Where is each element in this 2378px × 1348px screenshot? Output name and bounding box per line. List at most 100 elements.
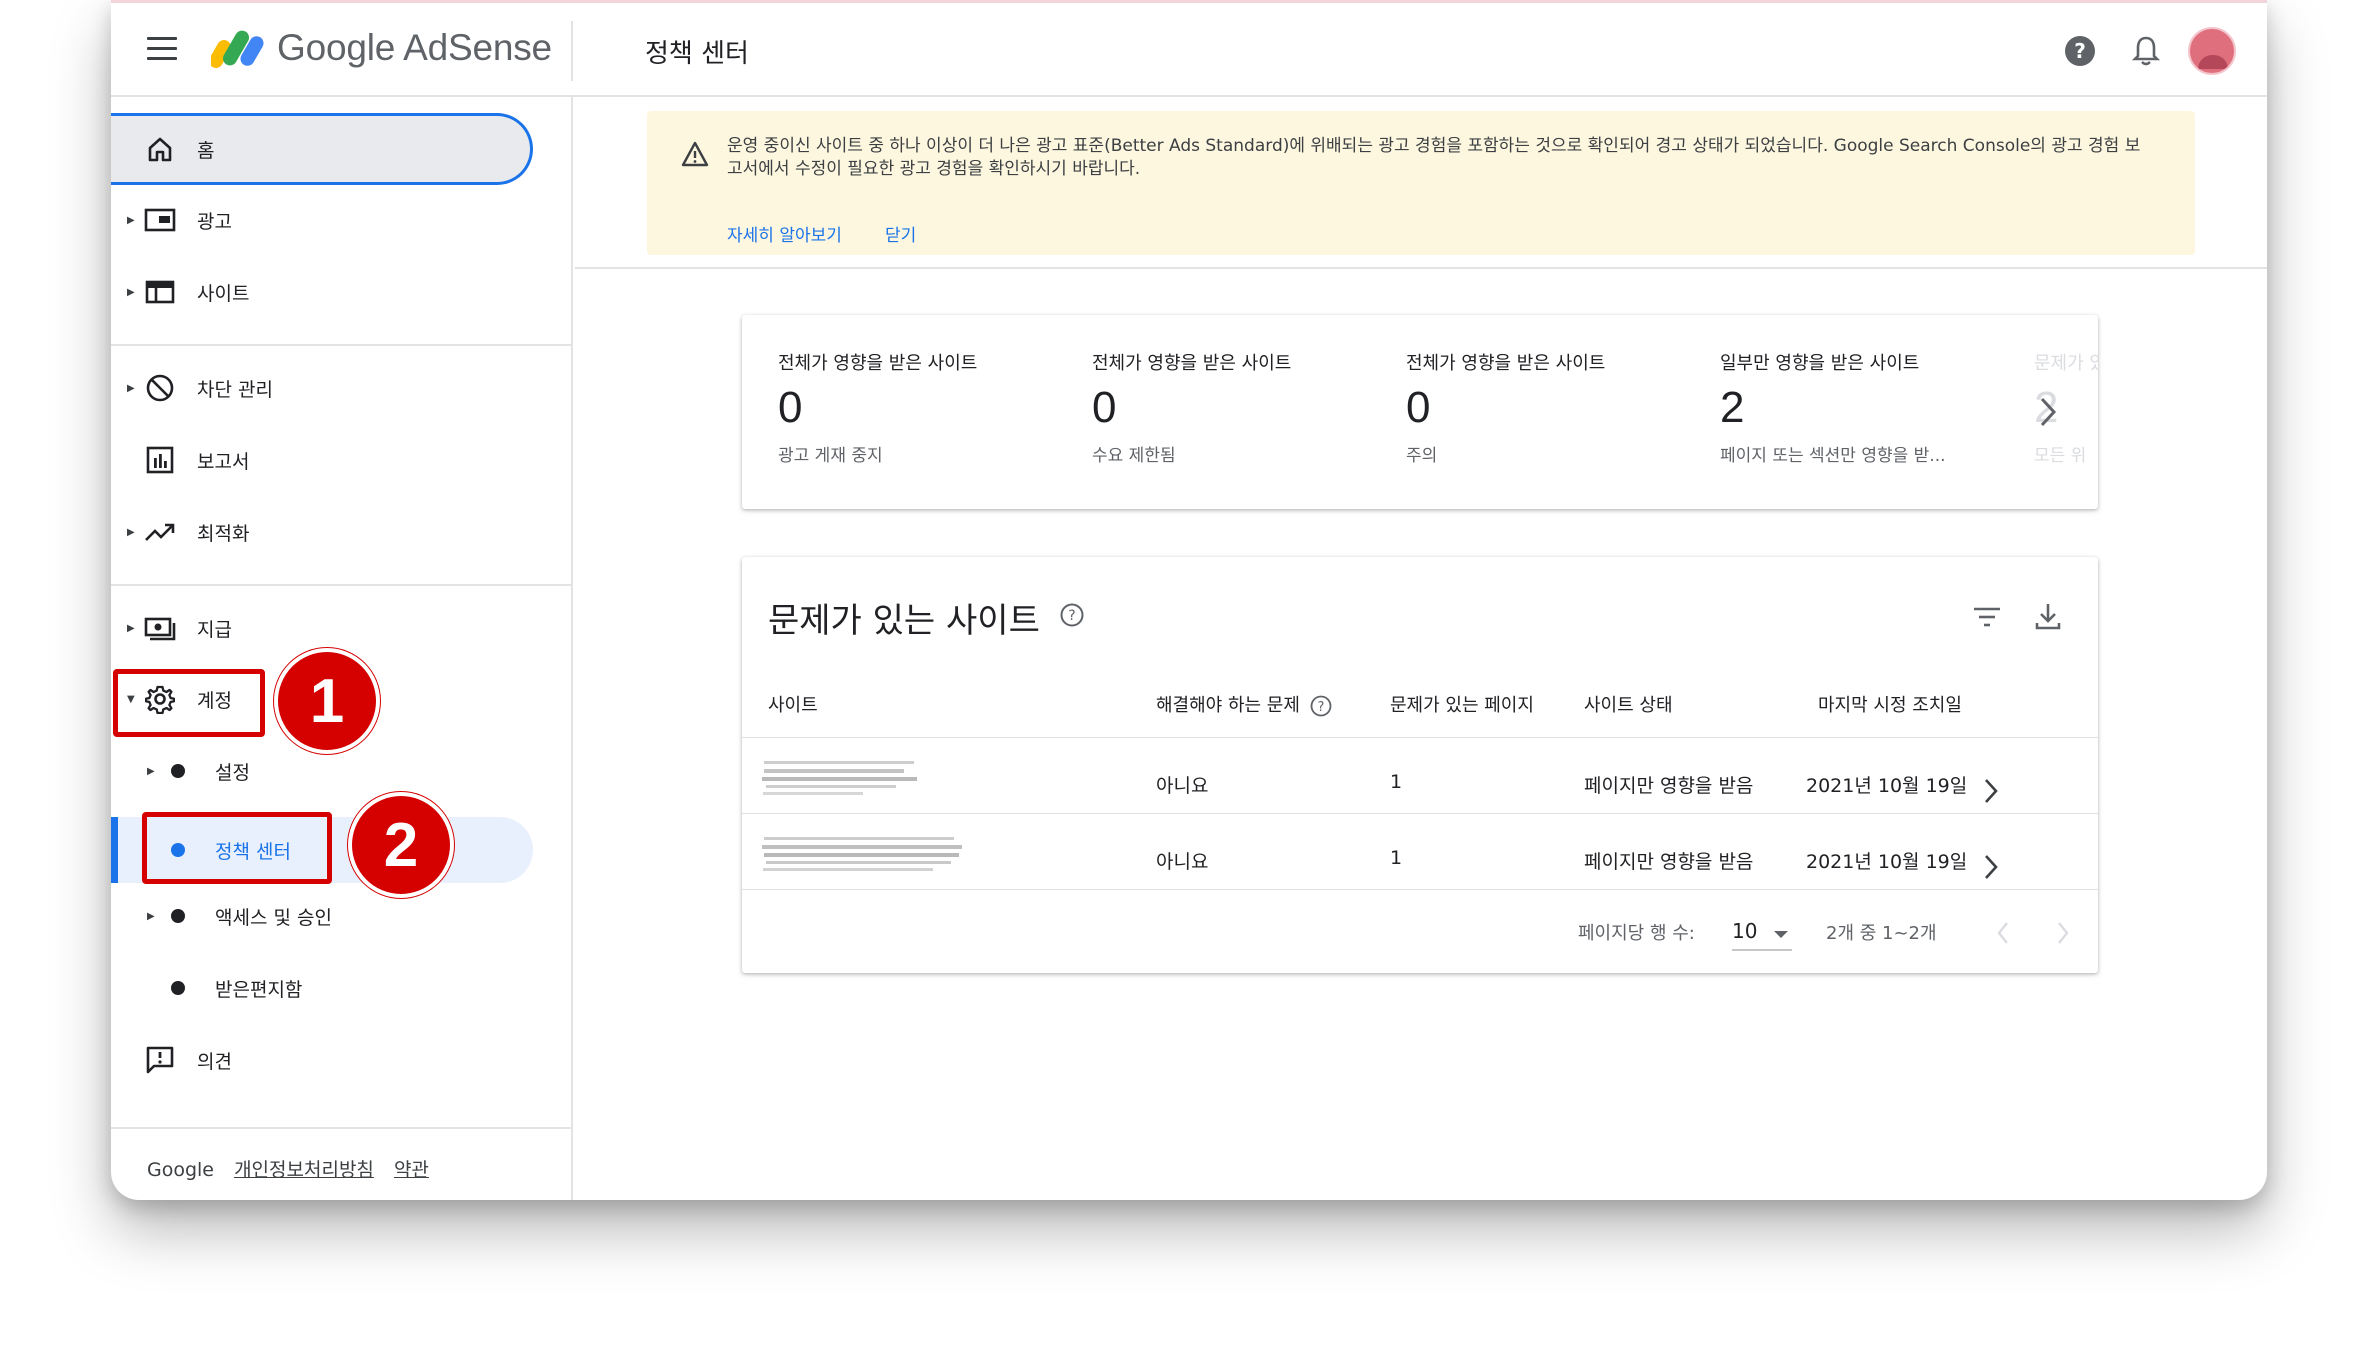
warning-message: 운영 중이신 사이트 중 하나 이상이 더 나은 광고 표준(Better Ad… xyxy=(727,136,2141,179)
chevron-right-icon[interactable] xyxy=(2036,395,2060,429)
feedback-icon xyxy=(143,1043,177,1077)
sidebar-divider xyxy=(111,1127,573,1129)
column-header-issue[interactable]: 해결해야 하는 문제? xyxy=(1156,691,1332,717)
cell-issue: 아니요 xyxy=(1156,775,1209,797)
warning-icon xyxy=(681,141,709,167)
dismiss-button[interactable]: 닫기 xyxy=(885,221,916,246)
account-avatar[interactable] xyxy=(2188,27,2236,75)
annotation-box-account xyxy=(113,669,265,737)
column-header-status[interactable]: 사이트 상태 xyxy=(1584,691,1673,717)
home-icon xyxy=(143,132,177,166)
svg-text:?: ? xyxy=(1317,700,1324,715)
sidebar-item-label: 지급 xyxy=(197,618,232,641)
stat-subtitle: 주의 xyxy=(1406,446,1438,466)
bullet-dot-icon xyxy=(171,981,185,995)
summary-card: 전체가 영향을 받은 사이트 0 광고 게재 중지 전체가 영향을 받은 사이트… xyxy=(742,315,2098,509)
page-title: 정책 센터 xyxy=(645,39,749,69)
help-outline-icon[interactable]: ? xyxy=(1060,603,1084,627)
sidebar-divider xyxy=(111,344,573,346)
adsense-logo-icon[interactable] xyxy=(211,25,265,71)
learn-more-link[interactable]: 자세히 알아보기 xyxy=(727,221,842,246)
expand-caret-icon[interactable]: ▶ xyxy=(147,911,155,922)
card-title: 문제가 있는 사이트 xyxy=(768,601,1040,641)
rows-per-page-label: 페이지당 행 수: xyxy=(1578,923,1695,944)
menu-icon[interactable] xyxy=(147,37,177,61)
sidebar-item-home[interactable]: 홈 xyxy=(111,116,531,182)
sidebar-item-label: 보고서 xyxy=(197,450,250,473)
sidebar-divider xyxy=(111,584,573,586)
sites-with-issues-card: 문제가 있는 사이트 ? 사이트 해결해야 하는 문제? 문제가 있는 페이지 … xyxy=(742,557,2098,973)
rows-per-page-select[interactable]: 10 xyxy=(1732,911,1792,951)
cell-pages: 1 xyxy=(1390,847,1403,869)
sidebar-item-label: 홈 xyxy=(197,139,215,162)
app-header: Google AdSense 정책 센터 ? xyxy=(111,3,2267,97)
blurred-site-name xyxy=(762,837,962,871)
notifications-bell-icon[interactable] xyxy=(2131,35,2161,67)
sidebar-item-blocking[interactable]: ▶ 차단 관리 xyxy=(111,355,531,421)
sidebar-item-sites[interactable]: ▶ 사이트 xyxy=(111,259,531,325)
svg-text:?: ? xyxy=(1068,608,1075,624)
pagination-range: 2개 중 1~2개 xyxy=(1826,923,1937,944)
sidebar-item-feedback[interactable]: 의견 xyxy=(111,1027,531,1093)
sidebar-item-reports[interactable]: 보고서 xyxy=(111,427,531,493)
sidebar-item-label: 액세스 및 승인 xyxy=(215,906,332,929)
download-icon[interactable] xyxy=(2034,601,2062,631)
cell-date: 2021년 10월 19일 xyxy=(1806,851,1968,873)
expand-caret-icon[interactable]: ▶ xyxy=(127,215,135,226)
row-divider xyxy=(742,737,2098,738)
help-outline-icon[interactable]: ? xyxy=(1310,695,1332,717)
previous-page-icon[interactable] xyxy=(1996,921,2010,945)
chevron-right-icon[interactable] xyxy=(1982,777,2000,805)
sidebar-item-inbox[interactable]: 받은편지함 xyxy=(111,955,531,1021)
stat-title: 일부만 영향을 받은 사이트 xyxy=(1720,353,1920,374)
bullet-dot-icon xyxy=(171,909,185,923)
block-icon xyxy=(143,371,177,405)
expand-caret-icon[interactable]: ▶ xyxy=(127,383,135,394)
sidebar-item-label: 설정 xyxy=(215,761,250,784)
column-header-last-action[interactable]: 마지막 시정 조치일 xyxy=(1818,691,1962,717)
stat-title: 전체가 영향을 받은 사이트 xyxy=(1406,353,1606,374)
chevron-right-icon[interactable] xyxy=(1982,853,2000,881)
stat-subtitle: 수요 제한됨 xyxy=(1092,446,1176,466)
row-divider xyxy=(742,889,2098,890)
banner-divider xyxy=(575,267,2267,269)
expand-caret-icon[interactable]: ▶ xyxy=(127,287,135,298)
brand-name[interactable]: Google AdSense xyxy=(277,27,552,69)
stat-subtitle: 페이지 또는 섹션만 영향을 받... xyxy=(1720,446,1946,466)
payments-icon xyxy=(143,611,177,645)
warning-banner: 운영 중이신 사이트 중 하나 이상이 더 나은 광고 표준(Better Ad… xyxy=(647,111,2195,255)
annotation-badge-2: 2 xyxy=(348,792,454,898)
privacy-policy-link[interactable]: 개인정보처리방침 xyxy=(234,1159,374,1181)
dropdown-arrow-icon xyxy=(1774,931,1788,938)
cell-issue: 아니요 xyxy=(1156,851,1209,873)
filter-icon[interactable] xyxy=(1972,605,2002,629)
sidebar-item-label: 사이트 xyxy=(197,282,250,305)
stat-value: 0 xyxy=(1092,383,1117,432)
next-page-icon[interactable] xyxy=(2056,921,2070,945)
stat-title: 전체가 영향을 받은 사이트 xyxy=(1092,353,1292,374)
stat-value: 0 xyxy=(1406,383,1431,432)
header-divider xyxy=(571,21,573,81)
sidebar-item-label: 광고 xyxy=(197,210,232,233)
help-icon[interactable]: ? xyxy=(2064,35,2096,67)
column-header-site[interactable]: 사이트 xyxy=(768,691,818,717)
expand-caret-icon[interactable]: ▶ xyxy=(127,623,135,634)
sidebar-item-access-authorization[interactable]: ▶ 액세스 및 승인 xyxy=(111,883,531,949)
footer-google: Google xyxy=(147,1159,215,1181)
annotation-badge-1: 1 xyxy=(274,648,380,754)
svg-text:?: ? xyxy=(2074,39,2086,63)
main-content: 운영 중이신 사이트 중 하나 이상이 더 나은 광고 표준(Better Ad… xyxy=(575,97,2267,1200)
sidebar-item-label: 차단 관리 xyxy=(197,378,273,401)
sites-icon xyxy=(143,275,177,309)
column-header-pages[interactable]: 문제가 있는 페이지 xyxy=(1390,691,1534,717)
expand-caret-icon[interactable]: ▶ xyxy=(127,527,135,538)
sidebar-nav: 홈 ▶ 광고 ▶ 사이트 ▶ 차단 관리 보고서 ▶ 최적화 ▶ 지급 ▼ 계정… xyxy=(111,97,573,1200)
sidebar-item-optimization[interactable]: ▶ 최적화 xyxy=(111,499,531,565)
annotation-box-policy-center xyxy=(142,812,332,884)
sidebar-item-ads[interactable]: ▶ 광고 xyxy=(111,187,531,253)
expand-caret-icon[interactable]: ▶ xyxy=(147,766,155,777)
sidebar-item-label: 최적화 xyxy=(197,522,250,545)
terms-link[interactable]: 약관 xyxy=(394,1159,429,1181)
stat-title: 문제가 있 xyxy=(2034,353,2098,374)
rows-per-page-value: 10 xyxy=(1732,919,1758,943)
